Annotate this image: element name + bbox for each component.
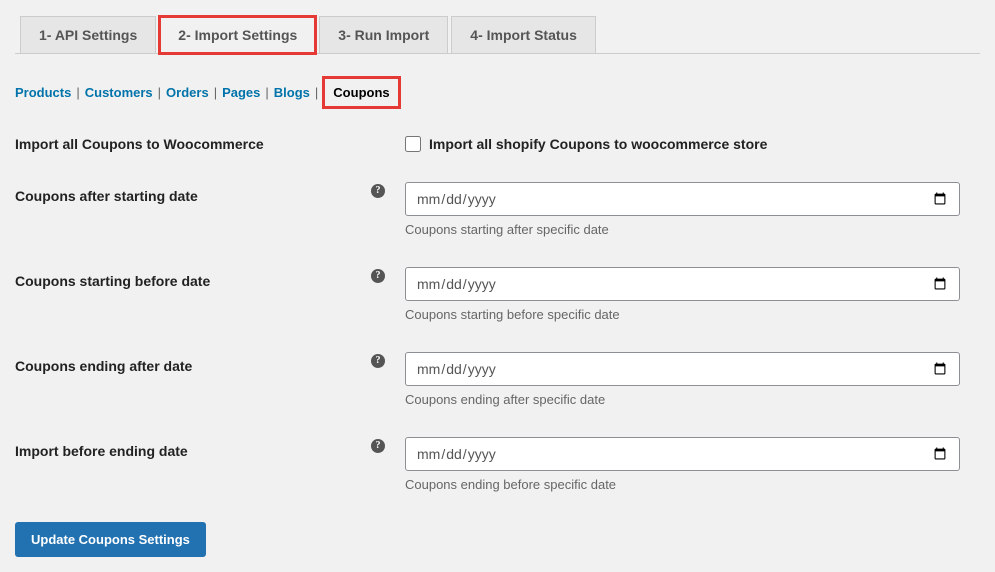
tab-import-settings[interactable]: 2- Import Settings bbox=[159, 16, 316, 54]
label-after-start: Coupons after starting date bbox=[15, 188, 198, 204]
separator: | bbox=[315, 85, 318, 100]
row-after-start: Coupons after starting date ? Coupons st… bbox=[15, 182, 980, 237]
help-text-after-end: Coupons ending after specific date bbox=[405, 392, 960, 407]
separator: | bbox=[76, 85, 79, 100]
checkbox-label-import-all: Import all shopify Coupons to woocommerc… bbox=[429, 136, 767, 152]
label-before-start: Coupons starting before date bbox=[15, 273, 210, 289]
help-icon[interactable]: ? bbox=[371, 269, 385, 283]
label-import-all: Import all Coupons to Woocommerce bbox=[15, 136, 405, 152]
input-before-start-date[interactable] bbox=[405, 267, 960, 301]
separator: | bbox=[265, 85, 268, 100]
subnav-customers[interactable]: Customers bbox=[85, 85, 153, 100]
subnav-products[interactable]: Products bbox=[15, 85, 71, 100]
help-icon[interactable]: ? bbox=[371, 354, 385, 368]
subnav-pages[interactable]: Pages bbox=[222, 85, 260, 100]
help-text-before-end: Coupons ending before specific date bbox=[405, 477, 960, 492]
row-before-end: Import before ending date ? Coupons endi… bbox=[15, 437, 980, 492]
main-tabs: 1- API Settings 2- Import Settings 3- Ru… bbox=[15, 15, 980, 54]
row-before-start: Coupons starting before date ? Coupons s… bbox=[15, 267, 980, 322]
sub-nav: Products | Customers | Orders | Pages | … bbox=[15, 79, 980, 106]
update-coupons-settings-button[interactable]: Update Coupons Settings bbox=[15, 522, 206, 557]
subnav-blogs[interactable]: Blogs bbox=[274, 85, 310, 100]
row-import-all: Import all Coupons to Woocommerce Import… bbox=[15, 136, 980, 152]
input-after-end-date[interactable] bbox=[405, 352, 960, 386]
help-icon[interactable]: ? bbox=[371, 184, 385, 198]
input-before-end-date[interactable] bbox=[405, 437, 960, 471]
input-after-start-date[interactable] bbox=[405, 182, 960, 216]
subnav-orders[interactable]: Orders bbox=[166, 85, 209, 100]
tab-api-settings[interactable]: 1- API Settings bbox=[20, 16, 156, 54]
separator: | bbox=[214, 85, 217, 100]
subnav-coupons[interactable]: Coupons bbox=[325, 79, 397, 106]
checkbox-import-all[interactable] bbox=[405, 136, 421, 152]
tab-import-status[interactable]: 4- Import Status bbox=[451, 16, 596, 54]
help-text-before-start: Coupons starting before specific date bbox=[405, 307, 960, 322]
label-before-end: Import before ending date bbox=[15, 443, 188, 459]
row-after-end: Coupons ending after date ? Coupons endi… bbox=[15, 352, 980, 407]
label-after-end: Coupons ending after date bbox=[15, 358, 192, 374]
separator: | bbox=[158, 85, 161, 100]
tab-run-import[interactable]: 3- Run Import bbox=[319, 16, 448, 54]
help-text-after-start: Coupons starting after specific date bbox=[405, 222, 960, 237]
help-icon[interactable]: ? bbox=[371, 439, 385, 453]
